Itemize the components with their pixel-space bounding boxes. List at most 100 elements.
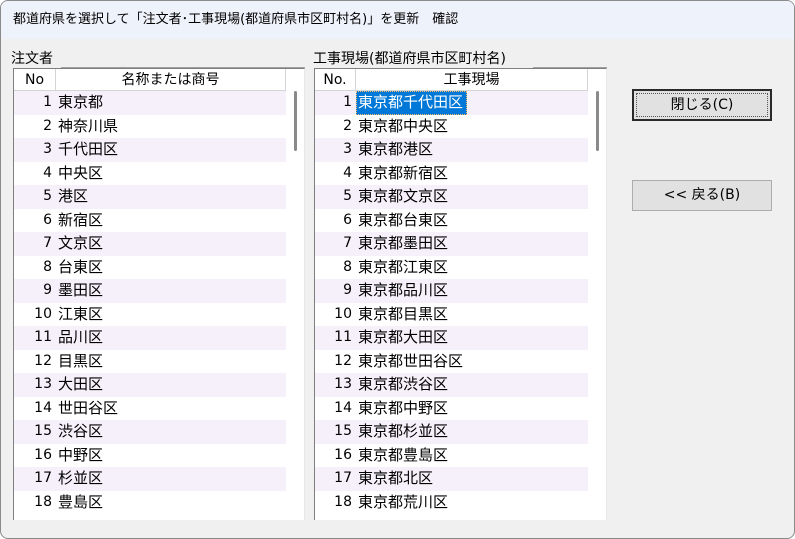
- site-listbox[interactable]: No. 工事現場 1 東京都千代田区 2 東京都中央区 3 東京都港区 4 東京都新宿区 5 東京…: [314, 68, 607, 520]
- site-row[interactable]: 2 東京都中央区: [315, 115, 588, 139]
- orderer-row-name: 豊島区: [58, 492, 104, 511]
- orderer-rows: 1 東京都 2 神奈川県 3 千代田区 4 中央区 5 港区 6 新宿区 7 文京区 8 台東区 9 墨田区 10 江…: [14, 91, 286, 514]
- site-row-name: 東京都文京区: [358, 187, 449, 205]
- orderer-row-name: 千代田区: [58, 140, 119, 158]
- orderer-row-name: 港区: [58, 187, 89, 205]
- site-header-name[interactable]: 工事現場: [356, 69, 588, 91]
- site-row-name: 東京都中野区: [358, 398, 449, 417]
- site-scrollbar[interactable]: [588, 91, 606, 520]
- orderer-row-name: 神奈川県: [58, 116, 119, 135]
- site-row[interactable]: 10 東京都目黒区: [315, 303, 588, 327]
- orderer-row[interactable]: 2 神奈川県: [14, 115, 286, 139]
- orderer-row[interactable]: 10 江東区: [14, 303, 286, 327]
- site-row-no: 6: [343, 211, 352, 228]
- orderer-row-no: 16: [34, 446, 52, 463]
- orderer-header-no[interactable]: No: [14, 69, 56, 91]
- orderer-list-header: No 名称または商号: [14, 69, 286, 91]
- orderer-row-no: 13: [34, 376, 52, 392]
- orderer-row[interactable]: 1 東京都: [14, 91, 286, 115]
- site-row[interactable]: 18 東京都荒川区: [315, 491, 588, 515]
- site-row[interactable]: 5 東京都文京区: [315, 185, 588, 209]
- site-row[interactable]: 1 東京都千代田区: [315, 91, 588, 115]
- orderer-row-no: 8: [43, 258, 52, 275]
- orderer-row[interactable]: 13 大田区: [14, 373, 286, 397]
- site-row-no: 15: [334, 423, 352, 439]
- site-row-name: 東京都世田谷区: [358, 351, 464, 370]
- site-row[interactable]: 9 東京都品川区: [315, 279, 588, 303]
- site-row-no: 9: [343, 282, 352, 298]
- orderer-scrollbar-thumb[interactable]: [294, 91, 297, 151]
- site-scrollbar-thumb[interactable]: [596, 91, 599, 151]
- orderer-scrollbar[interactable]: [286, 91, 304, 520]
- site-header-no[interactable]: No.: [315, 69, 356, 91]
- orderer-row-no: 12: [34, 352, 52, 369]
- orderer-row[interactable]: 11 品川区: [14, 326, 286, 350]
- site-row-no: 1: [343, 94, 352, 110]
- site-row[interactable]: 14 東京都中野区: [315, 397, 588, 421]
- site-row-no: 7: [343, 235, 352, 251]
- orderer-row-name: 大田区: [58, 375, 104, 393]
- orderer-row[interactable]: 3 千代田区: [14, 138, 286, 162]
- orderer-row-name: 文京区: [58, 234, 104, 252]
- orderer-row[interactable]: 16 中野区: [14, 444, 286, 468]
- orderer-row-name: 台東区: [58, 257, 104, 276]
- orderer-listbox[interactable]: No 名称または商号 1 東京都 2 神奈川県 3 千代田区 4 中央区 5 港区 6 新宿区 7 文京区…: [13, 68, 305, 520]
- site-row[interactable]: 8 東京都江東区: [315, 256, 588, 280]
- orderer-row[interactable]: 12 目黒区: [14, 350, 286, 374]
- orderer-row[interactable]: 5 港区: [14, 185, 286, 209]
- orderer-row-name: 品川区: [58, 328, 104, 346]
- orderer-row-no: 6: [43, 211, 52, 228]
- orderer-row-no: 7: [43, 235, 52, 251]
- site-row-no: 12: [334, 352, 352, 369]
- site-row[interactable]: 16 東京都豊島区: [315, 444, 588, 468]
- orderer-row-name: 杉並区: [58, 469, 104, 487]
- orderer-row-name: 江東区: [58, 304, 104, 323]
- orderer-header-name[interactable]: 名称または商号: [56, 69, 286, 91]
- orderer-row-name: 目黒区: [58, 351, 104, 370]
- site-row-no: 11: [334, 329, 352, 345]
- orderer-row[interactable]: 9 墨田区: [14, 279, 286, 303]
- site-row-no: 16: [334, 446, 352, 463]
- site-row-no: 18: [334, 493, 352, 510]
- site-row-name: 東京都新宿区: [358, 163, 449, 182]
- orderer-row[interactable]: 15 渋谷区: [14, 420, 286, 444]
- site-row-no: 8: [343, 258, 352, 275]
- site-row-name: 東京都目黒区: [358, 304, 449, 323]
- close-button[interactable]: 閉じる(C): [632, 89, 772, 121]
- site-row[interactable]: 12 東京都世田谷区: [315, 350, 588, 374]
- site-row[interactable]: 15 東京都杉並区: [315, 420, 588, 444]
- orderer-row[interactable]: 7 文京区: [14, 232, 286, 256]
- orderer-row-no: 18: [34, 493, 52, 510]
- orderer-row[interactable]: 4 中央区: [14, 162, 286, 186]
- site-row[interactable]: 11 東京都大田区: [315, 326, 588, 350]
- window-title: 都道府県を選択して「注文者･工事現場(都道府県市区町村名)」を更新 確認: [1, 1, 794, 39]
- orderer-row[interactable]: 18 豊島区: [14, 491, 286, 515]
- site-row[interactable]: 13 東京都渋谷区: [315, 373, 588, 397]
- orderer-row-name: 東京都: [58, 93, 104, 111]
- site-row[interactable]: 4 東京都新宿区: [315, 162, 588, 186]
- orderer-row-no: 1: [43, 94, 52, 110]
- site-row[interactable]: 7 東京都墨田区: [315, 232, 588, 256]
- site-row[interactable]: 3 東京都港区: [315, 138, 588, 162]
- orderer-group-label: 注文者: [11, 51, 53, 67]
- orderer-row-no: 10: [34, 305, 52, 322]
- site-row-name: 東京都品川区: [358, 281, 449, 299]
- orderer-row-no: 3: [43, 141, 52, 157]
- orderer-row-name: 墨田区: [58, 281, 104, 299]
- orderer-row[interactable]: 14 世田谷区: [14, 397, 286, 421]
- orderer-row[interactable]: 17 杉並区: [14, 467, 286, 491]
- site-row-name: 東京都杉並区: [358, 422, 449, 440]
- site-row-no: 13: [334, 376, 352, 392]
- site-row-name: 東京都中央区: [358, 116, 449, 135]
- site-row-no: 5: [343, 188, 352, 204]
- back-button[interactable]: << 戻る(B): [632, 180, 772, 211]
- site-row-no: 17: [334, 470, 352, 486]
- orderer-row[interactable]: 6 新宿区: [14, 209, 286, 233]
- site-group-label: 工事現場(都道府県市区町村名): [313, 51, 506, 67]
- site-row-name: 東京都千代田区: [356, 91, 468, 115]
- orderer-row-name: 世田谷区: [58, 398, 119, 417]
- site-row[interactable]: 6 東京都台東区: [315, 209, 588, 233]
- site-row[interactable]: 17 東京都北区: [315, 467, 588, 491]
- orderer-row[interactable]: 8 台東区: [14, 256, 286, 280]
- orderer-row-no: 9: [43, 282, 52, 298]
